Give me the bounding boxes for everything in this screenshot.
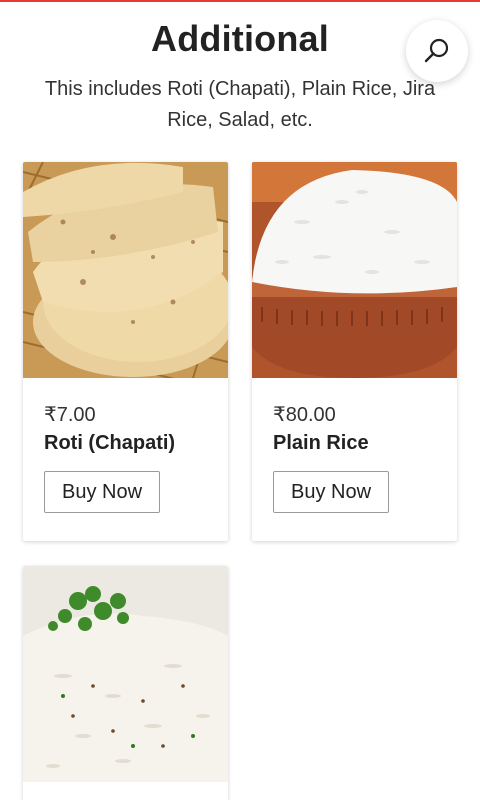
product-price: ₹7.00 [44, 404, 96, 426]
buy-now-button[interactable]: Buy Now [44, 471, 161, 513]
product-price: ₹80.00 [273, 404, 336, 426]
jira-rice-image [23, 566, 228, 782]
product-card-plain-rice[interactable]: ₹80.00 Plain Rice Buy Now [252, 162, 457, 541]
search-button[interactable] [406, 20, 468, 82]
top-accent-bar [0, 0, 480, 2]
page-subtitle: This includes Roti (Chapati), Plain Rice… [44, 78, 436, 131]
product-name: Roti (Chapati) [44, 432, 176, 454]
search-icon [424, 38, 449, 63]
buy-now-button[interactable]: Buy Now [273, 471, 390, 513]
product-card-jira-rice[interactable] [23, 566, 228, 800]
product-name: Plain Rice [273, 432, 369, 454]
product-card-roti[interactable]: ₹7.00 Roti (Chapati) Buy Now [23, 162, 228, 541]
roti-image [23, 162, 228, 378]
plain-rice-image [252, 162, 457, 378]
